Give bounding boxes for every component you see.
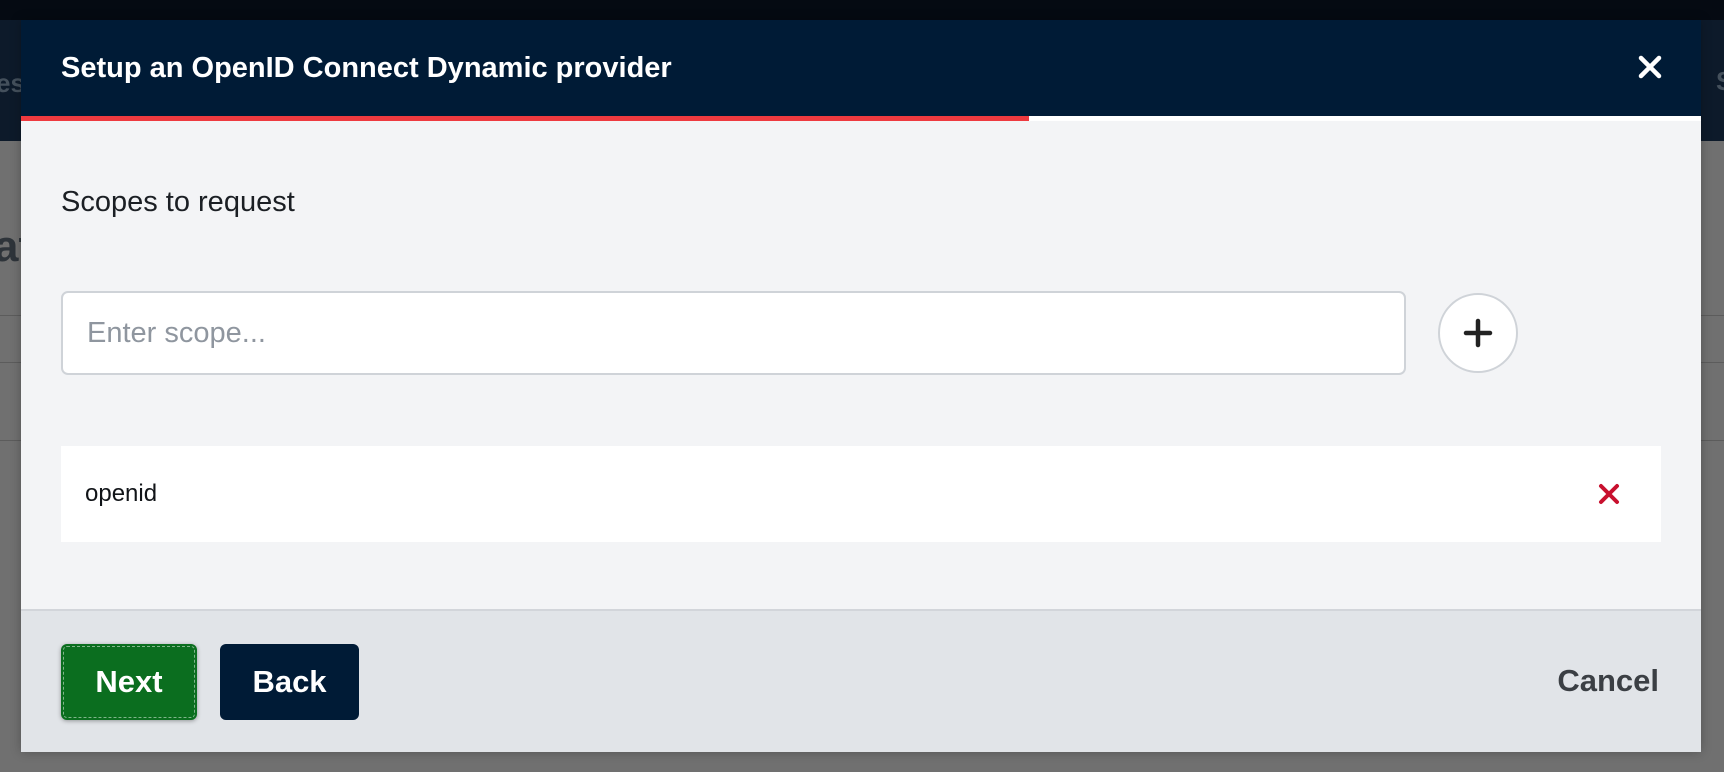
- scope-list-item: openid: [61, 446, 1661, 542]
- back-button[interactable]: Back: [220, 644, 359, 720]
- close-button[interactable]: [1633, 50, 1667, 84]
- modal-title: Setup an OpenID Connect Dynamic provider: [61, 51, 672, 84]
- remove-x-icon: [1599, 484, 1619, 504]
- background-topbar-strip: [0, 0, 1724, 20]
- next-button[interactable]: Next: [61, 644, 197, 720]
- modal-body: Scopes to request openid: [21, 121, 1701, 629]
- add-scope-button[interactable]: [1438, 293, 1518, 373]
- close-icon: [1638, 55, 1662, 79]
- modal-header: Setup an OpenID Connect Dynamic provider: [21, 20, 1701, 116]
- cancel-button[interactable]: Cancel: [1557, 663, 1659, 699]
- scope-input[interactable]: [61, 291, 1406, 375]
- scope-label: openid: [85, 480, 158, 507]
- plus-icon: [1463, 318, 1493, 348]
- setup-provider-modal: Setup an OpenID Connect Dynamic provider…: [21, 20, 1701, 752]
- modal-footer: Next Back Cancel: [21, 609, 1701, 752]
- background-nav-fragment-right: S: [1716, 66, 1724, 97]
- remove-scope-button[interactable]: [1595, 480, 1623, 508]
- section-title: Scopes to request: [61, 186, 295, 218]
